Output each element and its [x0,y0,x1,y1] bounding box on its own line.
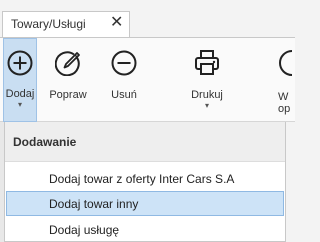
menu-item-add-from-offer[interactable]: Dodaj towar z oferty Inter Cars S.A [6,166,284,191]
next-ribbon-button-label: W op [278,91,291,115]
menu-item-label: Dodaj towar z oferty Inter Cars S.A [49,172,235,186]
printer-icon [195,50,219,75]
plus-circle-icon [7,50,33,76]
edit-button[interactable]: Popraw [46,38,90,101]
menu-item-label: Dodaj towar inny [49,197,139,211]
pencil-circle-icon [55,51,80,76]
edit-button-label: Popraw [49,89,87,101]
menu-item-add-other-product[interactable]: Dodaj towar inny [6,191,284,216]
add-dropdown-menu: Dodawanie Dodaj towar z oferty Inter Car… [4,122,286,242]
menu-header: Dodawanie [5,122,285,162]
partial-circle-icon [279,50,293,76]
tab-strip: Towary/Usługi ✕ [0,0,295,38]
print-button-label: Drukuj [191,89,223,101]
add-button-label: Dodaj [5,88,35,100]
menu-header-label: Dodawanie [13,135,77,149]
print-button[interactable]: Drukuj ▾ [183,38,231,110]
add-button[interactable]: Dodaj ▾ [3,38,37,122]
delete-button-label: Usuń [111,89,137,101]
ribbon-toolbar: Dodaj ▾ Popraw Usuń Drukuj ▾ W op [0,37,295,122]
next-ribbon-button[interactable]: W op [278,38,318,115]
chevron-down-icon: ▾ [17,100,22,109]
chevron-down-icon: ▾ [204,101,209,110]
minus-circle-icon [111,50,137,76]
menu-item-label: Dodaj usługę [49,223,120,237]
close-icon[interactable]: ✕ [110,13,123,33]
menu-item-add-service[interactable]: Dodaj usługę [6,217,284,242]
tab-label: Towary/Usługi [11,17,86,31]
delete-button[interactable]: Usuń [106,38,142,101]
tab-towary-uslugi[interactable]: Towary/Usługi ✕ [2,11,130,37]
